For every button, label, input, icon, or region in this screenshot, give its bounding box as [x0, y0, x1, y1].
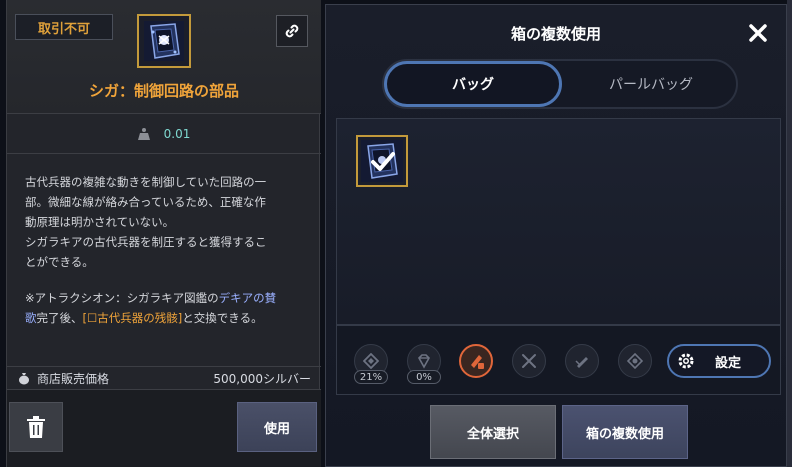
multi-use-button[interactable]: 箱の複数使用 — [562, 405, 688, 459]
settings-button[interactable]: 設定 — [667, 344, 771, 378]
shop-price-row: 商店販売価格 500,000シルバー — [7, 366, 321, 390]
description-line: シガラキアの古代兵器を制圧すると獲得するこ — [25, 235, 267, 249]
filter-button-6[interactable] — [618, 344, 652, 378]
gem-icon — [418, 354, 430, 369]
link-icon — [285, 24, 299, 38]
trash-icon — [27, 416, 45, 438]
dialog-title: 箱の複数使用 — [510, 25, 601, 43]
filter-button-4[interactable] — [512, 344, 546, 378]
pen-icon — [575, 357, 588, 368]
item-name: シガ：制御回路の部品 — [88, 82, 239, 100]
tab-bag[interactable]: バッグ — [384, 61, 562, 107]
background-edge — [787, 0, 792, 467]
tab-pearl-bag[interactable]: パールバッグ — [562, 61, 740, 107]
gear-icon — [678, 353, 694, 369]
money-bag-icon — [19, 373, 29, 385]
inventory-slot-selected[interactable] — [356, 135, 408, 187]
description-line: 部。微細な線が絡み合っているため、正確な作 — [25, 195, 266, 209]
item-tooltip-panel: 取引不可 シガ：制御回路の部品 0.01 古代兵器の複雑な動きを制御していた回路… — [6, 0, 321, 467]
locked-item-icon — [471, 355, 484, 369]
crossed-tools-icon — [522, 354, 536, 368]
close-button[interactable] — [744, 19, 772, 47]
weight-icon — [137, 127, 150, 140]
description-line: とができる。 — [25, 255, 94, 269]
item-icon — [137, 14, 191, 68]
journal-highlight: デキアの賛 — [218, 291, 277, 305]
compass-icon — [627, 353, 643, 369]
filter-badge-2: 0% — [407, 370, 441, 384]
discard-button[interactable] — [9, 402, 63, 452]
weight-row: 0.01 — [7, 114, 321, 154]
circuit-part-icon — [144, 21, 184, 61]
note-line: ※アトラクシオン：シガラキア図鑑のデキアの賛 — [25, 291, 277, 305]
tooltip-header: 取引不可 シガ：制御回路の部品 — [7, 0, 321, 114]
filter-badge-1: 21% — [354, 370, 388, 384]
item-weight: 0.01 — [163, 126, 191, 141]
shop-price-value: 500,000シルバー — [213, 371, 311, 386]
filter-toolbar: 21% 0% 設定 — [336, 325, 781, 395]
multi-use-box-dialog: 箱の複数使用 バッグ パールバッグ 21% 0% 設定 全体選択 箱の複数使用 — [325, 4, 787, 467]
trade-restriction-badge: 取引不可 — [15, 14, 113, 40]
exchange-item-link[interactable]: [☐古代兵器の残骸] — [83, 311, 183, 325]
tooltip-footer: 使用 — [7, 390, 321, 467]
close-icon — [749, 24, 767, 42]
filter-button-5[interactable] — [565, 344, 599, 378]
item-description: 古代兵器の複雑な動きを制御していた回路の一 部。微細な線が絡み合っているため、正… — [25, 172, 317, 328]
use-button[interactable]: 使用 — [237, 402, 317, 452]
diamond-icon — [363, 353, 379, 369]
description-line: 動原理は明かされていない。 — [25, 215, 175, 229]
checkmark-icon — [371, 152, 395, 171]
copy-link-button[interactable] — [276, 15, 308, 47]
description-line: 古代兵器の複雑な動きを制御していた回路の一 — [25, 175, 267, 189]
inventory-grid — [336, 118, 781, 325]
bag-tabs: バッグ パールバッグ — [382, 59, 738, 109]
note-line: 歌完了後、[☐古代兵器の残骸]と交換できる。 — [25, 311, 263, 325]
select-all-button[interactable]: 全体選択 — [430, 405, 556, 459]
settings-button-label: 設定 — [715, 355, 742, 371]
filter-button-3-active[interactable] — [459, 344, 493, 378]
shop-price-label: 商店販売価格 — [37, 371, 110, 386]
